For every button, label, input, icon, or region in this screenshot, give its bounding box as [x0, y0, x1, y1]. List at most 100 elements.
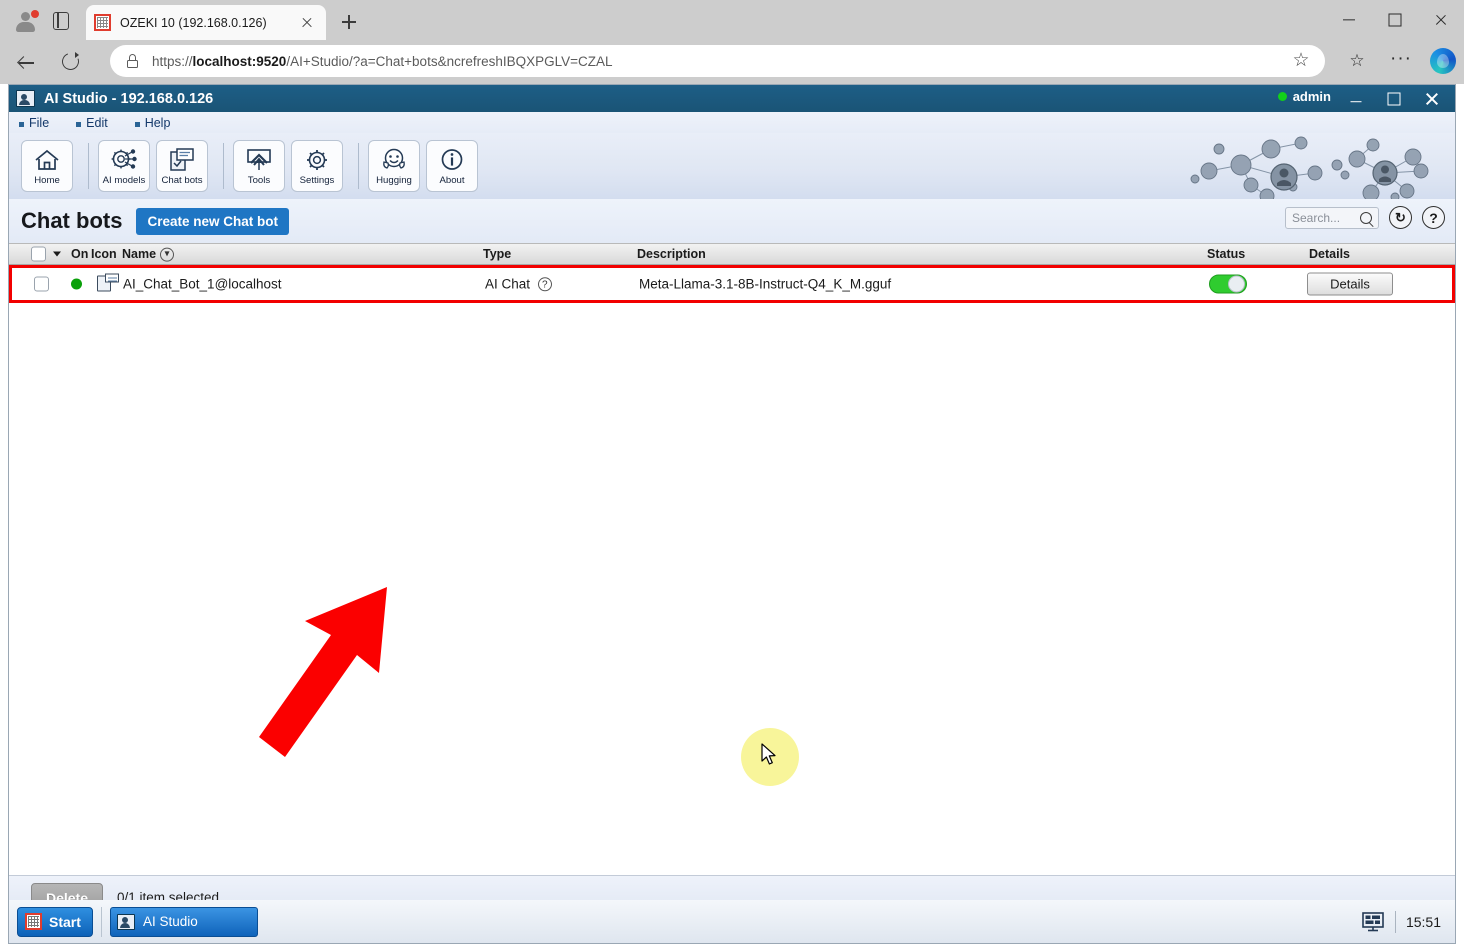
- help-icon: ?: [1429, 209, 1438, 226]
- start-button[interactable]: Start: [17, 906, 93, 937]
- url-host: localhost:9520: [192, 53, 287, 69]
- close-icon[interactable]: [296, 12, 318, 34]
- toolbar-separator: [223, 143, 224, 189]
- network-decoration-art: [1189, 133, 1449, 199]
- bookmark-star-icon[interactable]: ☆: [1290, 50, 1312, 72]
- menu-edit[interactable]: Edit: [76, 116, 108, 130]
- content-area: [9, 303, 1455, 875]
- refresh-button[interactable]: ↻: [1389, 206, 1412, 229]
- taskbar-item-label: AI Studio: [143, 914, 198, 929]
- app-maximize-button[interactable]: [1375, 85, 1413, 112]
- ai-studio-window: AI Studio - 192.168.0.126 admin File Edi…: [8, 84, 1456, 919]
- page-header: Chat bots Create new Chat bot Search... …: [9, 199, 1455, 243]
- page-title: Chat bots: [21, 208, 123, 233]
- menu-help[interactable]: Help: [134, 116, 170, 130]
- ozeki-grid-icon: [25, 913, 42, 930]
- tools-icon: [244, 146, 274, 174]
- taskbar: Start AI Studio 15:51: [8, 900, 1456, 944]
- maximize-button[interactable]: [1372, 0, 1418, 40]
- close-button[interactable]: [1418, 0, 1464, 40]
- table-row[interactable]: AI_Chat_Bot_1@localhost AI Chat ? Meta-L…: [9, 265, 1455, 303]
- browser-tabstrip: OZEKI 10 (192.168.0.126): [0, 0, 1464, 40]
- toolbar-button-chat-bots[interactable]: Chat bots: [156, 140, 208, 192]
- row-type-text: AI Chat: [485, 276, 531, 292]
- column-header-details[interactable]: Details: [1309, 247, 1350, 261]
- start-button-label: Start: [49, 913, 81, 930]
- app-titlebar: AI Studio - 192.168.0.126 admin: [9, 85, 1455, 112]
- toolbar-label-chat-bots: Chat bots: [161, 175, 203, 186]
- user-name: admin: [1292, 89, 1331, 104]
- menu-file[interactable]: File: [19, 116, 49, 130]
- browser-tab[interactable]: OZEKI 10 (192.168.0.126): [86, 5, 326, 40]
- select-all-dropdown-icon[interactable]: [53, 251, 61, 257]
- minimize-button[interactable]: [1326, 0, 1372, 40]
- browser-chrome: OZEKI 10 (192.168.0.126) https://localho…: [0, 0, 1464, 84]
- app-close-button[interactable]: [1413, 85, 1451, 112]
- column-header-description[interactable]: Description: [637, 247, 706, 261]
- search-input[interactable]: Search...: [1285, 206, 1379, 229]
- column-header-on[interactable]: On: [71, 247, 88, 261]
- column-header-name[interactable]: Name: [122, 247, 156, 261]
- browser-tab-title: OZEKI 10 (192.168.0.126): [120, 15, 267, 30]
- mouse-cursor: [761, 743, 779, 772]
- tray-divider: [1394, 911, 1396, 933]
- back-button[interactable]: [10, 45, 44, 79]
- annotation-arrow: [257, 585, 392, 770]
- toolbar-button-home[interactable]: Home: [21, 140, 73, 192]
- search-icon: [1360, 211, 1372, 224]
- row-select-checkbox[interactable]: [34, 276, 49, 292]
- chat-bots-table: On Icon Name ▾ Type Description Status D…: [9, 243, 1455, 303]
- type-help-icon[interactable]: ?: [537, 277, 552, 292]
- row-type: AI Chat ?: [485, 276, 552, 292]
- toolbar-button-ai-models[interactable]: AI models: [98, 140, 150, 192]
- reload-button[interactable]: [54, 45, 88, 79]
- url-path: /AI+Studio/?a=Chat+bots&ncrefreshIBQXPGL…: [286, 53, 613, 69]
- toolbar-label-about: About: [439, 175, 465, 186]
- address-bar[interactable]: https://localhost:9520/AI+Studio/?a=Chat…: [110, 45, 1325, 77]
- toolbar-label-home: Home: [34, 175, 60, 186]
- app-window-controls: [1337, 85, 1451, 112]
- favorites-icon[interactable]: ☆: [1345, 50, 1369, 72]
- column-header-type[interactable]: Type: [483, 247, 511, 261]
- browser-window-controls: [1326, 0, 1464, 40]
- table-header-row: On Icon Name ▾ Type Description Status D…: [9, 243, 1455, 265]
- gear-icon: [302, 146, 332, 174]
- toolbar-button-tools[interactable]: Tools: [233, 140, 285, 192]
- toolbar-button-settings[interactable]: Settings: [291, 140, 343, 192]
- sort-indicator-icon[interactable]: ▾: [160, 247, 174, 262]
- toolbar-button-hugging[interactable]: Hugging: [368, 140, 420, 192]
- row-name: AI_Chat_Bot_1@localhost: [123, 276, 282, 292]
- profile-icon[interactable]: [10, 8, 42, 34]
- display-settings-icon[interactable]: [1359, 910, 1387, 934]
- toolbar-button-about[interactable]: About: [426, 140, 478, 192]
- ai-studio-icon: [117, 913, 135, 930]
- home-icon: [32, 146, 62, 174]
- address-bar-text: https://localhost:9520/AI+Studio/?a=Chat…: [152, 54, 613, 69]
- column-header-status[interactable]: Status: [1207, 247, 1245, 261]
- select-all-checkbox[interactable]: [31, 246, 46, 262]
- ai-studio-icon: [16, 90, 35, 107]
- app-minimize-button[interactable]: [1337, 85, 1375, 112]
- taskbar-clock[interactable]: 15:51: [1406, 914, 1441, 930]
- info-icon: [437, 146, 467, 174]
- create-new-chat-bot-button[interactable]: Create new Chat bot: [136, 207, 289, 235]
- chat-bots-icon: [167, 146, 197, 174]
- row-on-status-dot: [71, 278, 82, 290]
- ozeki-grid-icon: [94, 14, 111, 31]
- more-options-icon[interactable]: ···: [1388, 48, 1414, 72]
- url-prefix: https://: [152, 53, 193, 69]
- row-description: Meta-Llama-3.1-8B-Instruct-Q4_K_M.gguf: [639, 276, 892, 292]
- new-tab-button[interactable]: [336, 9, 362, 35]
- toolbar-separator: [88, 143, 89, 189]
- row-details-button[interactable]: Details: [1307, 272, 1393, 296]
- row-status-toggle[interactable]: [1209, 274, 1247, 294]
- help-button[interactable]: ?: [1422, 206, 1445, 229]
- taskbar-divider: [101, 906, 102, 937]
- app-title: AI Studio - 192.168.0.126: [44, 90, 214, 107]
- column-header-icon[interactable]: Icon: [91, 247, 117, 261]
- user-badge[interactable]: admin: [1277, 89, 1331, 104]
- tab-list-icon[interactable]: [48, 9, 74, 33]
- online-status-dot: [1277, 92, 1287, 101]
- copilot-icon[interactable]: [1430, 48, 1456, 74]
- taskbar-item-ai-studio[interactable]: AI Studio: [110, 906, 258, 937]
